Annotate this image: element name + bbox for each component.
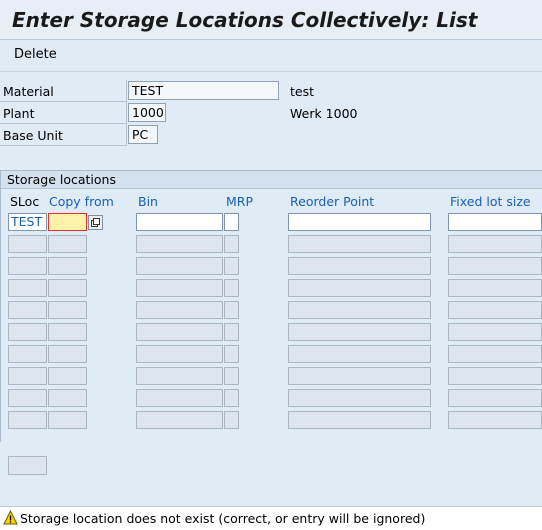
cell-copy-from[interactable] — [48, 279, 87, 297]
cell-copy-from[interactable] — [48, 257, 87, 275]
cell-bin[interactable] — [136, 213, 223, 231]
column-header-copy-from: Copy from — [49, 194, 114, 209]
cell-fixed-lot-size[interactable] — [448, 213, 542, 231]
cell-reorder-point[interactable] — [288, 301, 431, 319]
cell-reorder-point[interactable] — [288, 235, 431, 253]
cell-copy-from[interactable] — [48, 323, 87, 341]
cell-copy-from[interactable] — [48, 301, 87, 319]
cell-mrp[interactable] — [224, 345, 239, 363]
cell-fixed-lot-size[interactable] — [448, 301, 542, 319]
cell-fixed-lot-size[interactable] — [448, 345, 542, 363]
column-header-mrp: MRP — [226, 194, 254, 209]
delete-button[interactable]: Delete — [14, 47, 57, 62]
cell-copy-from[interactable] — [48, 411, 87, 429]
status-bar: Storage location does not exist (correct… — [0, 506, 542, 530]
warning-icon — [3, 510, 18, 525]
plant-label: Plant — [3, 106, 35, 121]
cell-copy-from[interactable] — [48, 235, 87, 253]
cell-fixed-lot-size[interactable] — [448, 279, 542, 297]
cell-sloc[interactable] — [8, 279, 47, 297]
cell-bin[interactable] — [136, 411, 223, 429]
cell-bin[interactable] — [136, 257, 223, 275]
cell-mrp[interactable] — [224, 213, 239, 231]
storage-locations-group-header: Storage locations — [1, 171, 542, 189]
material-field[interactable]: TEST — [128, 81, 279, 100]
cell-bin[interactable] — [136, 389, 223, 407]
cell-bin[interactable] — [136, 345, 223, 363]
page-title: Enter Storage Locations Collectively: Li… — [12, 8, 478, 32]
cell-bin[interactable] — [136, 323, 223, 341]
cell-copy-from[interactable] — [48, 345, 87, 363]
cell-sloc[interactable] — [8, 235, 47, 253]
plant-description: Werk 1000 — [290, 106, 358, 121]
cell-mrp[interactable] — [224, 323, 239, 341]
cell-fixed-lot-size[interactable] — [448, 323, 542, 341]
cell-copy-from[interactable] — [48, 213, 87, 231]
entry-position-field[interactable] — [8, 456, 47, 475]
cell-mrp[interactable] — [224, 301, 239, 319]
cell-bin[interactable] — [136, 279, 223, 297]
cell-bin[interactable] — [136, 235, 223, 253]
value-help-icon — [91, 218, 100, 227]
cell-mrp[interactable] — [224, 389, 239, 407]
cell-copy-from[interactable] — [48, 389, 87, 407]
cell-copy-from[interactable] — [48, 367, 87, 385]
cell-sloc[interactable] — [8, 389, 47, 407]
cell-mrp[interactable] — [224, 257, 239, 275]
base-unit-label: Base Unit — [3, 128, 63, 143]
cell-fixed-lot-size[interactable] — [448, 411, 542, 429]
value-help-button[interactable] — [88, 215, 103, 230]
cell-fixed-lot-size[interactable] — [448, 367, 542, 385]
cell-reorder-point[interactable] — [288, 345, 431, 363]
column-header-reorder-point: Reorder Point — [290, 194, 375, 209]
cell-reorder-point[interactable] — [288, 213, 431, 231]
storage-locations-group-title: Storage locations — [7, 172, 116, 187]
column-header-fixed-lot-size: Fixed lot size — [450, 194, 531, 209]
cell-sloc[interactable] — [8, 301, 47, 319]
cell-reorder-point[interactable] — [288, 411, 431, 429]
column-header-bin: Bin — [138, 194, 158, 209]
cell-mrp[interactable] — [224, 235, 239, 253]
cell-reorder-point[interactable] — [288, 257, 431, 275]
cell-bin[interactable] — [136, 367, 223, 385]
application-toolbar: Delete — [0, 40, 542, 72]
cell-mrp[interactable] — [224, 279, 239, 297]
cell-sloc[interactable] — [8, 323, 47, 341]
status-message: Storage location does not exist (correct… — [20, 511, 426, 526]
material-label: Material — [3, 84, 54, 99]
plant-field[interactable]: 1000 — [128, 103, 166, 122]
cell-fixed-lot-size[interactable] — [448, 235, 542, 253]
cell-reorder-point[interactable] — [288, 367, 431, 385]
cell-sloc[interactable] — [8, 345, 47, 363]
cell-mrp[interactable] — [224, 411, 239, 429]
material-description: test — [290, 84, 315, 99]
cell-reorder-point[interactable] — [288, 323, 431, 341]
base-unit-field[interactable]: PC — [128, 125, 158, 144]
cell-sloc[interactable] — [8, 367, 47, 385]
cell-fixed-lot-size[interactable] — [448, 257, 542, 275]
cell-sloc[interactable] — [8, 257, 47, 275]
cell-bin[interactable] — [136, 301, 223, 319]
title-bar: Enter Storage Locations Collectively: Li… — [0, 0, 542, 40]
cell-sloc[interactable]: TEST — [8, 213, 47, 231]
cell-fixed-lot-size[interactable] — [448, 389, 542, 407]
cell-mrp[interactable] — [224, 367, 239, 385]
cell-sloc[interactable] — [8, 411, 47, 429]
cell-reorder-point[interactable] — [288, 389, 431, 407]
column-header-sloc: SLoc — [10, 194, 40, 209]
cell-reorder-point[interactable] — [288, 279, 431, 297]
